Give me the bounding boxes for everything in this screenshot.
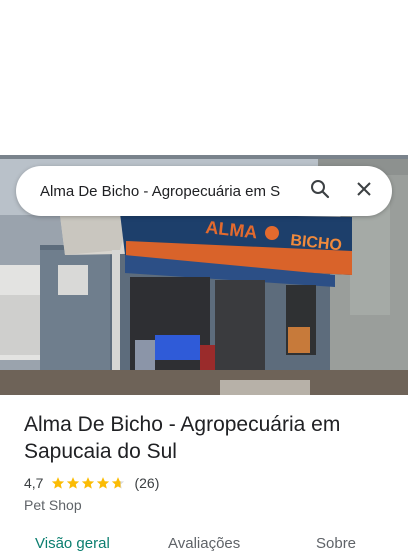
place-category[interactable]: Pet Shop	[24, 497, 82, 513]
star-icon	[67, 477, 80, 489]
review-count[interactable]: (26)	[134, 475, 159, 491]
star-icon	[97, 477, 110, 489]
half-star-icon	[112, 477, 125, 489]
place-title: Alma De Bicho - Agropecuária em Sapucaia…	[24, 413, 341, 463]
search-icon	[310, 179, 330, 204]
place-info-panel: Alma De Bicho - Agropecuária em Sapucaia…	[0, 395, 408, 553]
tab-about[interactable]: Sobre	[316, 535, 356, 552]
rating-value: 4,7	[24, 475, 44, 491]
close-button[interactable]	[348, 175, 380, 207]
search-input[interactable]: Alma De Bicho - Agropecuária em S	[40, 183, 286, 200]
rating-row[interactable]: 4,7 (26)	[24, 475, 159, 491]
tab-reviews[interactable]: Avaliações	[168, 535, 240, 552]
close-icon	[356, 181, 372, 202]
search-bar[interactable]: Alma De Bicho - Agropecuária em S	[16, 166, 392, 216]
star-icon	[52, 477, 65, 489]
place-tabs: Visão geral Avaliações Sobre	[0, 533, 408, 553]
star-icon	[82, 477, 95, 489]
star-rating	[51, 476, 126, 490]
search-button[interactable]	[304, 175, 336, 207]
tab-overview[interactable]: Visão geral	[35, 535, 110, 552]
